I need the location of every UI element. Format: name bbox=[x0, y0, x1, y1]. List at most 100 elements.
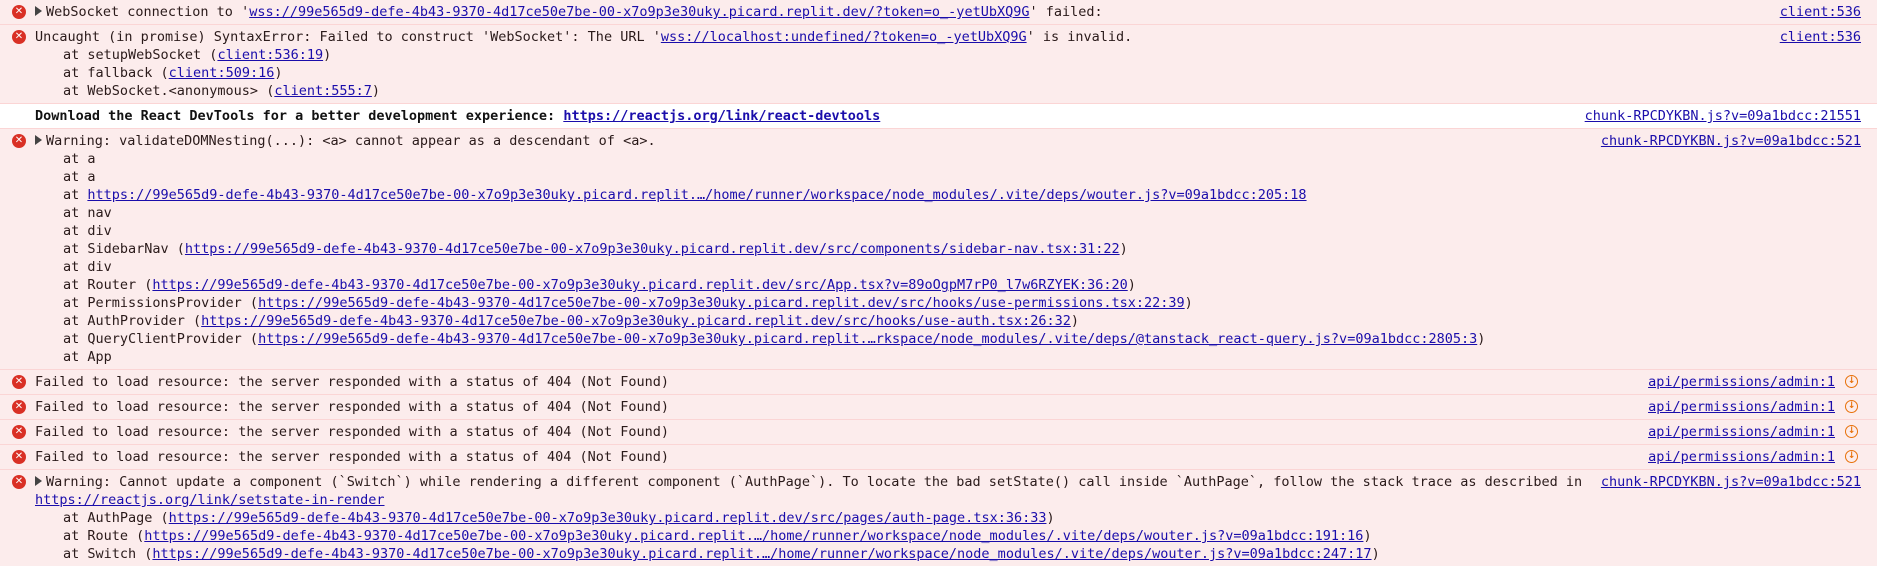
message-link[interactable]: https://reactjs.org/link/setstate-in-ren… bbox=[35, 492, 385, 508]
stack-frame-end: ) bbox=[1184, 295, 1193, 311]
console-error-message[interactable]: ✕ Failed to load resource: the server res… bbox=[0, 369, 1877, 394]
stack-frame: at div bbox=[35, 258, 1811, 276]
source-location-link[interactable]: api/permissions/admin:1 bbox=[1648, 448, 1835, 466]
stack-frame-link[interactable]: https://99e565d9-defe-4b43-9370-4d17ce50… bbox=[87, 187, 1306, 203]
message-link[interactable]: https://reactjs.org/link/react-devtools bbox=[563, 108, 880, 124]
stack-frame: at a bbox=[35, 168, 1811, 186]
stack-frame-link[interactable]: https://99e565d9-defe-4b43-9370-4d17ce50… bbox=[185, 241, 1120, 257]
source-location-link[interactable]: chunk-RPCDYKBN.js?v=09a1bdcc:21551 bbox=[1585, 107, 1861, 125]
stack-frame: at App bbox=[35, 348, 1811, 366]
stack-frame-end: ) bbox=[1119, 241, 1128, 257]
source-location-link[interactable]: api/permissions/admin:1 bbox=[1648, 423, 1835, 441]
message-prefix: Warning: Cannot update a component (`Swi… bbox=[46, 474, 1583, 490]
message-prefix: Download the React DevTools for a better… bbox=[35, 108, 564, 124]
stack-frame-text: at nav bbox=[63, 205, 112, 221]
message-prefix: Failed to load resource: the server resp… bbox=[35, 424, 669, 440]
stack-frame: at SidebarNav (https://99e565d9-defe-4b4… bbox=[35, 240, 1811, 258]
console-error-message[interactable]: ✕ Warning: validateDOMNesting(...): <a> c… bbox=[0, 128, 1877, 369]
message-text: Download the React DevTools for a better… bbox=[35, 107, 1811, 125]
message-prefix: Failed to load resource: the server resp… bbox=[35, 449, 669, 465]
error-icon: ✕ bbox=[12, 375, 26, 389]
message-prefix: Uncaught (in promise) SyntaxError: Faile… bbox=[35, 29, 661, 45]
network-request-icon[interactable]: ↓ bbox=[1845, 450, 1858, 463]
console-info-message[interactable]: Download the React DevTools for a better… bbox=[0, 103, 1877, 128]
error-icon: ✕ bbox=[12, 425, 26, 439]
stack-frame-link[interactable]: https://99e565d9-defe-4b43-9370-4d17ce50… bbox=[258, 331, 1477, 347]
stack-frame-link[interactable]: https://99e565d9-defe-4b43-9370-4d17ce50… bbox=[144, 528, 1363, 544]
error-icon: ✕ bbox=[12, 134, 26, 148]
stack-frame: at Route (https://99e565d9-defe-4b43-937… bbox=[35, 527, 1811, 545]
source-location-link[interactable]: chunk-RPCDYKBN.js?v=09a1bdcc:521 bbox=[1601, 473, 1861, 491]
console-error-message[interactable]: ✕ Failed to load resource: the server res… bbox=[0, 394, 1877, 419]
stack-frame-end: ) bbox=[1477, 331, 1486, 347]
stack-frame-text: at fallback ( bbox=[63, 65, 169, 81]
message-suffix: ' is invalid. bbox=[1026, 29, 1133, 45]
expand-triangle-icon[interactable] bbox=[35, 6, 42, 16]
stack-frame: at div bbox=[35, 222, 1811, 240]
message-suffix: ' failed: bbox=[1029, 4, 1103, 20]
source-location-link[interactable]: chunk-RPCDYKBN.js?v=09a1bdcc:521 bbox=[1601, 132, 1861, 150]
message-text: Warning: Cannot update a component (`Swi… bbox=[35, 473, 1811, 509]
stack-frame-text: at div bbox=[63, 259, 112, 275]
source-location-link[interactable]: client:536 bbox=[1780, 3, 1861, 21]
stack-frame-text: at bbox=[63, 187, 88, 203]
stack-frame-text: at App bbox=[63, 349, 112, 365]
console-error-message[interactable]: ✕ Warning: Cannot update a component (`Sw… bbox=[0, 469, 1877, 566]
stack-frame-end: ) bbox=[371, 83, 381, 99]
error-icon: ✕ bbox=[12, 475, 26, 489]
stack-frame: at https://99e565d9-defe-4b43-9370-4d17c… bbox=[35, 186, 1811, 204]
stack-frame-text: at WebSocket.<anonymous> ( bbox=[63, 83, 275, 99]
message-prefix: WebSocket connection to ' bbox=[46, 4, 250, 20]
message-text: Uncaught (in promise) SyntaxError: Faile… bbox=[35, 28, 1811, 46]
stack-frame-link[interactable]: https://99e565d9-defe-4b43-9370-4d17ce50… bbox=[152, 546, 1371, 562]
stack-frame-text: at Switch ( bbox=[63, 546, 153, 562]
stack-frame-end: ) bbox=[1127, 277, 1136, 293]
stack-frame-text: at Router ( bbox=[63, 277, 153, 293]
stack-frame-text: at AuthPage ( bbox=[63, 510, 169, 526]
source-location-link[interactable]: api/permissions/admin:1 bbox=[1648, 398, 1835, 416]
console-error-message[interactable]: ✕ Failed to load resource: the server res… bbox=[0, 419, 1877, 444]
source-location-link[interactable]: client:536 bbox=[1780, 28, 1861, 46]
stack-frame-link[interactable]: https://99e565d9-defe-4b43-9370-4d17ce50… bbox=[152, 277, 1127, 293]
console-error-message[interactable]: ✕ Uncaught (in promise) SyntaxError: Fail… bbox=[0, 24, 1877, 103]
stack-frame-text: at a bbox=[63, 151, 96, 167]
message-prefix: Failed to load resource: the server resp… bbox=[35, 399, 669, 415]
message-text: Failed to load resource: the server resp… bbox=[35, 398, 1811, 416]
network-request-icon[interactable]: ↓ bbox=[1845, 425, 1858, 438]
message-text: Warning: validateDOMNesting(...): <a> ca… bbox=[35, 132, 1811, 150]
stack-frame-text: at Route ( bbox=[63, 528, 145, 544]
stack-frame-link[interactable]: https://99e565d9-defe-4b43-9370-4d17ce50… bbox=[169, 510, 1047, 526]
stack-frame: at QueryClientProvider (https://99e565d9… bbox=[35, 330, 1811, 348]
stack-frame-text: at a bbox=[63, 169, 96, 185]
network-request-icon[interactable]: ↓ bbox=[1845, 375, 1858, 388]
message-text: Failed to load resource: the server resp… bbox=[35, 448, 1811, 466]
message-link[interactable]: wss://99e565d9-defe-4b43-9370-4d17ce50e7… bbox=[249, 4, 1029, 20]
stack-frame-link[interactable]: client:536:19 bbox=[217, 47, 323, 63]
stack-frame-end: ) bbox=[1363, 528, 1372, 544]
network-request-icon[interactable]: ↓ bbox=[1845, 400, 1858, 413]
console-error-message[interactable]: ✕ WebSocket connection to 'wss://99e565d9… bbox=[0, 0, 1877, 24]
stack-frame-link[interactable]: client:555:7 bbox=[274, 83, 372, 99]
stack-frame: at Switch (https://99e565d9-defe-4b43-93… bbox=[35, 545, 1811, 563]
message-text: Failed to load resource: the server resp… bbox=[35, 373, 1811, 391]
message-link[interactable]: wss://localhost:undefined/?token=o_-yetU… bbox=[661, 29, 1027, 45]
stack-frame-end: ) bbox=[323, 47, 332, 63]
console-error-message[interactable]: ✕ Failed to load resource: the server res… bbox=[0, 444, 1877, 469]
stack-frame-link[interactable]: https://99e565d9-defe-4b43-9370-4d17ce50… bbox=[258, 295, 1185, 311]
devtools-console: ◯ ✕WebSocket connection to 'wss://99e565… bbox=[0, 0, 1877, 581]
stack-frame-text: at PermissionsProvider ( bbox=[63, 295, 259, 311]
stack-frame: at WebSocket.<anonymous> (client:555:7) bbox=[35, 82, 1811, 100]
message-text: Failed to load resource: the server resp… bbox=[35, 423, 1811, 441]
stack-frame-text: at QueryClientProvider ( bbox=[63, 331, 259, 347]
stack-frame-text: at AuthProvider ( bbox=[63, 313, 202, 329]
expand-triangle-icon[interactable] bbox=[35, 476, 42, 486]
stack-frame-text: at setupWebSocket ( bbox=[63, 47, 218, 63]
stack-frame-link[interactable]: https://99e565d9-defe-4b43-9370-4d17ce50… bbox=[201, 313, 1071, 329]
stack-frame: at fallback (client:509:16) bbox=[35, 64, 1811, 82]
source-location-link[interactable]: api/permissions/admin:1 bbox=[1648, 373, 1835, 391]
expand-triangle-icon[interactable] bbox=[35, 135, 42, 145]
message-prefix: Warning: validateDOMNesting(...): <a> ca… bbox=[46, 133, 656, 149]
stack-frame-link[interactable]: client:509:16 bbox=[169, 65, 275, 81]
error-icon: ✕ bbox=[12, 450, 26, 464]
stack-frame-end: ) bbox=[1046, 510, 1055, 526]
